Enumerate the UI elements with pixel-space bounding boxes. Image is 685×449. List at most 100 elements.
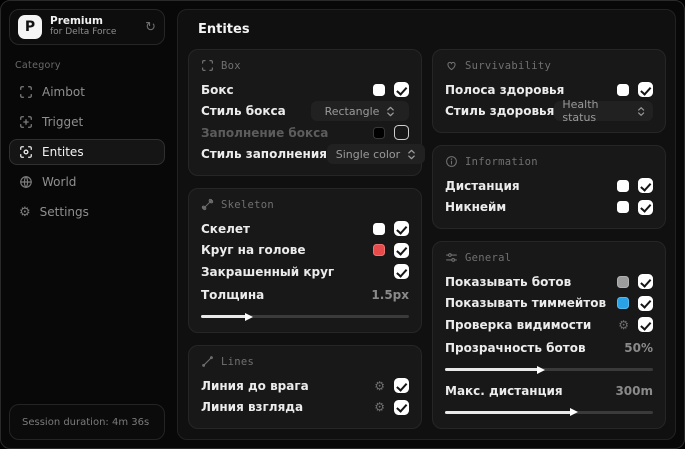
checkbox-filled-circle[interactable] [394, 264, 409, 280]
app-window: P Premium for Delta Force ↻ Category Aim… [0, 0, 685, 449]
brand-card: P Premium for Delta Force ↻ [9, 9, 165, 45]
setting-row-show-teammates: Показывать тиммейтов [445, 293, 653, 315]
slider-thumb[interactable] [569, 408, 578, 416]
entity-scan-icon [20, 146, 32, 158]
sidebar-item-entites[interactable]: Entites [9, 139, 165, 165]
setting-row-health-style: Стиль здоровья Health status [445, 98, 653, 124]
session-duration: Session duration: 4m 36s [9, 404, 165, 440]
setting-row-filled-circle: Закрашенный круг [201, 261, 409, 283]
bone-icon [201, 198, 214, 211]
left-column: Box Бокс Стиль бокса Rectangle Заполнени… [188, 49, 425, 429]
checkbox-box[interactable] [394, 82, 409, 98]
checkbox-head-circle[interactable] [394, 242, 409, 258]
slider-track[interactable] [201, 312, 409, 321]
color-swatch[interactable] [617, 297, 629, 310]
checkbox-show-teammates[interactable] [638, 295, 653, 311]
heart-icon [447, 61, 456, 71]
color-swatch[interactable] [617, 201, 629, 214]
sync-icon[interactable]: ↻ [145, 21, 156, 34]
category-label: Category [15, 60, 61, 71]
dropdown-fill-style[interactable]: Single color [326, 144, 425, 165]
card-title: Skeleton [221, 198, 274, 211]
card-box: Box Бокс Стиль бокса Rectangle Заполнени… [188, 49, 425, 176]
row-settings-gear-icon[interactable]: ⚙ [374, 401, 385, 413]
unfold-icon [408, 149, 415, 160]
slider-thumb[interactable] [536, 365, 545, 374]
crosshair-brackets-icon [20, 86, 32, 98]
card-information: Information Дистанция Никнейм [432, 145, 666, 229]
checkbox-show-bots[interactable] [638, 274, 653, 290]
sidebar-item-world[interactable]: World [9, 169, 165, 195]
setting-row-nickname: Никнейм [445, 197, 653, 219]
color-swatch[interactable] [617, 83, 629, 96]
sidebar-nav: Aimbot Trigget Entites World ⚙ Settings [9, 79, 165, 225]
brand-logo: P [18, 15, 42, 39]
unfold-icon [637, 106, 644, 116]
main-panel: Entites Box Бокс Стиль бокса Rectangle З… [177, 9, 676, 440]
brand-subtitle: for Delta Force [50, 26, 117, 37]
color-swatch[interactable] [373, 244, 385, 257]
checkbox-visibility-check[interactable] [638, 317, 653, 333]
slider-track[interactable] [445, 365, 653, 374]
setting-row-box: Бокс [201, 79, 409, 101]
card-title: Information [465, 155, 538, 168]
checkbox-view-line[interactable] [394, 399, 409, 415]
card-title: Survivability [465, 59, 552, 72]
color-swatch[interactable] [373, 126, 385, 139]
line-icon [202, 356, 213, 367]
sidebar-item-label: World [42, 175, 77, 189]
slider-thickness: Толщина 1.5px [201, 285, 409, 321]
card-lines: Lines Линия до врага ⚙ Линия взгляда ⚙ [188, 345, 422, 429]
trigger-crosshair-icon [20, 116, 32, 128]
color-swatch[interactable] [617, 179, 629, 192]
card-general: General Показывать ботов Показывать тимм… [432, 241, 666, 429]
sidebar-item-label: Entites [42, 145, 84, 159]
page-title: Entites [198, 22, 250, 37]
card-skeleton: Skeleton Скелет Круг на голове Закрашенн… [188, 188, 422, 333]
sliders-icon [446, 253, 457, 262]
card-title: Box [221, 59, 241, 72]
info-icon [446, 156, 457, 167]
checkbox-line-to-enemy[interactable] [394, 378, 409, 394]
setting-row-skeleton: Скелет [201, 218, 409, 240]
slider-thumb[interactable] [244, 312, 253, 321]
dropdown-box-style[interactable]: Rectangle [311, 101, 409, 122]
slider-max-distance: Макс. дистанция 300m [445, 380, 653, 416]
setting-row-show-bots: Показывать ботов [445, 271, 653, 293]
checkbox-nickname[interactable] [638, 199, 653, 215]
setting-row-fill-style: Стиль заполнения Single color [201, 144, 425, 166]
checkbox-skeleton[interactable] [394, 221, 409, 237]
sidebar: P Premium for Delta Force ↻ Category Aim… [1, 1, 173, 448]
color-swatch[interactable] [373, 83, 385, 96]
row-settings-gear-icon[interactable]: ⚙ [618, 319, 629, 331]
slider-bot-opacity: Прозрачность ботов 50% [445, 338, 653, 374]
setting-row-line-to-enemy: Линия до врага ⚙ [201, 375, 409, 397]
setting-row-box-style: Стиль бокса Rectangle [201, 101, 409, 123]
sidebar-item-trigget[interactable]: Trigget [9, 109, 165, 135]
color-swatch[interactable] [373, 222, 385, 235]
dropdown-health-style[interactable]: Health status [554, 98, 653, 124]
sidebar-item-aimbot[interactable]: Aimbot [9, 79, 165, 105]
checkbox-distance[interactable] [638, 178, 653, 194]
sidebar-item-settings[interactable]: ⚙ Settings [9, 199, 165, 225]
setting-row-head-circle: Круг на голове [201, 240, 409, 262]
card-title: Lines [221, 355, 255, 368]
gear-icon: ⚙ [19, 204, 31, 220]
unfold-icon [387, 106, 395, 117]
slider-track[interactable] [445, 408, 653, 416]
card-survivability: Survivability Полоса здоровья Стиль здор… [432, 49, 666, 133]
setting-row-box-fill: Заполнение бокса [201, 122, 409, 144]
box-corners-icon [202, 60, 213, 71]
sidebar-item-label: Aimbot [42, 85, 85, 99]
sidebar-item-label: Trigget [42, 115, 84, 129]
globe-icon [20, 176, 32, 188]
setting-row-distance: Дистанция [445, 175, 653, 197]
color-swatch[interactable] [617, 275, 629, 288]
slider-value: 1.5px [371, 288, 409, 303]
row-settings-gear-icon[interactable]: ⚙ [374, 380, 385, 392]
setting-row-visibility-check: Проверка видимости ⚙ [445, 314, 653, 336]
checkbox-health-bar[interactable] [638, 82, 653, 98]
sidebar-item-label: Settings [39, 205, 89, 219]
card-title: General [465, 251, 512, 264]
checkbox-box-fill[interactable] [394, 125, 409, 141]
